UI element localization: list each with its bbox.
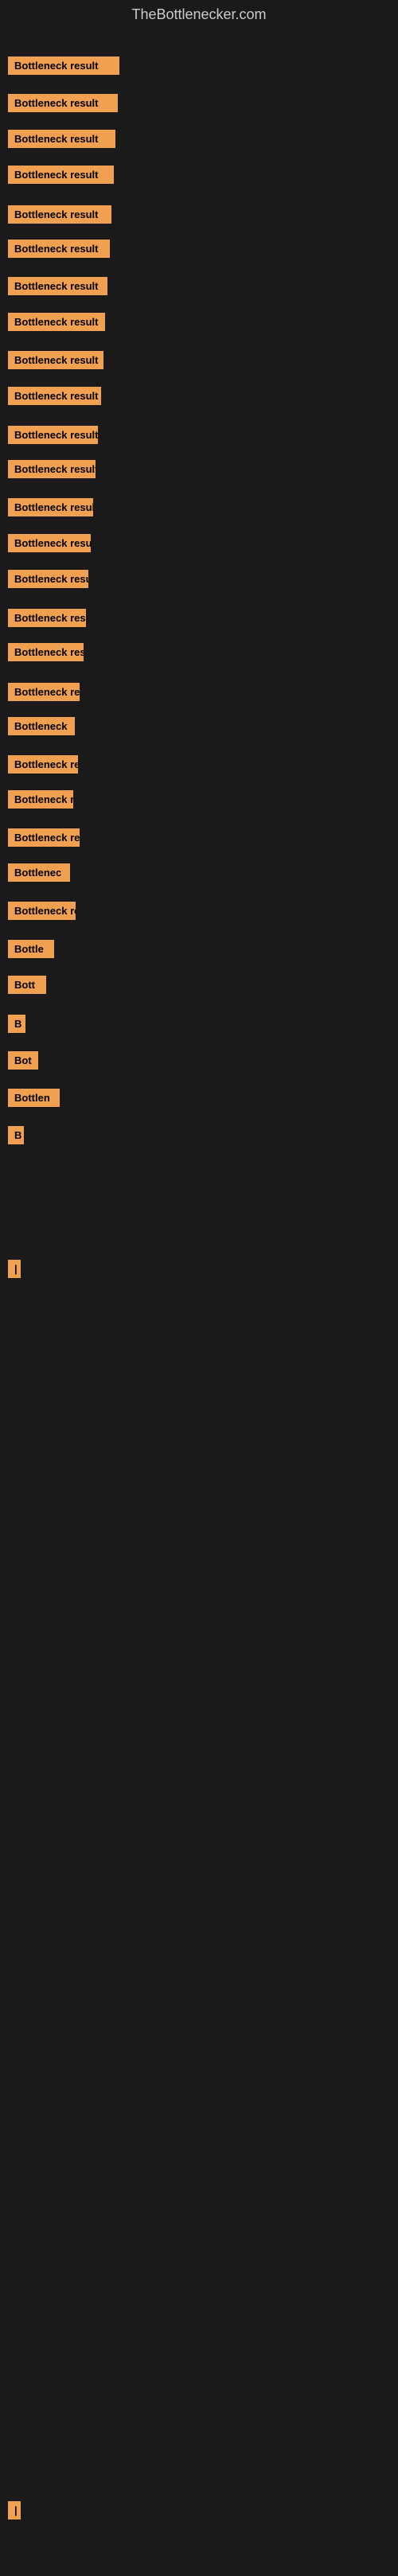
bottleneck-bar: Bott [8, 976, 46, 994]
bottleneck-bar: Bottleneck result [8, 351, 103, 369]
bottleneck-bar: Bottleneck result [8, 130, 115, 148]
bottleneck-bar: | [8, 1260, 21, 1278]
bottleneck-bar: Bottle [8, 940, 54, 958]
bottleneck-bar: Bottleneck r [8, 790, 73, 809]
bottleneck-bar: Bot [8, 1051, 38, 1070]
bottleneck-bar: Bottleneck res [8, 755, 78, 774]
bottleneck-bar: Bottleneck result [8, 240, 110, 258]
bottleneck-bar: Bottleneck result [8, 498, 93, 516]
bottleneck-bar: Bottleneck [8, 717, 75, 735]
bottleneck-bar: Bottleneck result [8, 94, 118, 112]
bottleneck-bar: Bottleneck result [8, 313, 105, 331]
bottleneck-bar: Bottleneck resu [8, 609, 86, 627]
bottleneck-bar: Bottleneck result [8, 426, 98, 444]
bottleneck-bar: Bottleneck result [8, 643, 84, 661]
site-title: TheBottlenecker.com [0, 0, 398, 29]
bottleneck-bar: Bottleneck result [8, 387, 101, 405]
bottleneck-bar: Bottleneck result [8, 277, 107, 295]
bottleneck-bar: | [8, 2501, 21, 2519]
bottleneck-bar: Bottleneck re [8, 902, 76, 920]
bottleneck-bar: B [8, 1126, 24, 1144]
bottleneck-bar: Bottleneck result [8, 570, 88, 588]
bottleneck-bar: Bottleneck result [8, 166, 114, 184]
bottleneck-bar: Bottleneck re [8, 683, 80, 701]
bottleneck-bar: Bottlenec [8, 863, 70, 882]
bottleneck-bar: B [8, 1015, 25, 1033]
bottleneck-bar: Bottleneck result [8, 534, 91, 552]
bottleneck-bar: Bottlen [8, 1089, 60, 1107]
bottleneck-bar: Bottleneck result [8, 205, 111, 224]
bottleneck-bar: Bottleneck result [8, 460, 96, 478]
bottleneck-bar: Bottleneck result [8, 57, 119, 75]
bottleneck-bar: Bottleneck resu [8, 828, 80, 847]
